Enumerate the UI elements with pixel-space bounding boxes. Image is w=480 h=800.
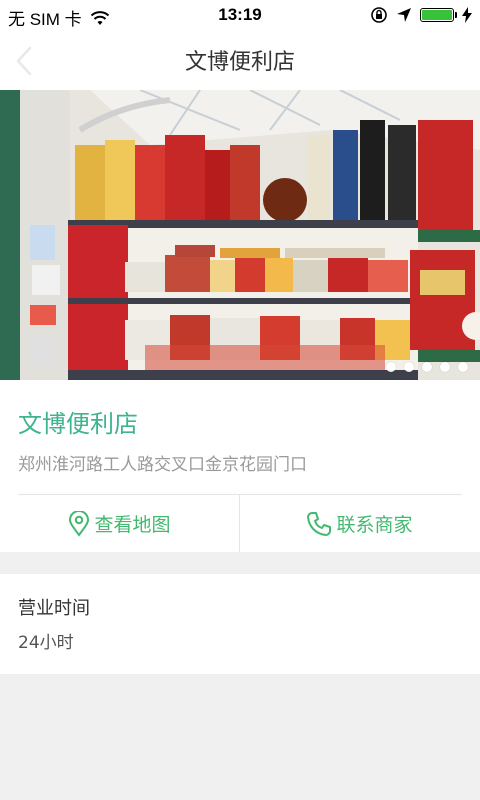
store-name: 文博便利店	[18, 410, 138, 438]
store-info-card: 文博便利店 郑州淮河路工人路交叉口金京花园门口 查看地图 联系商家	[0, 380, 480, 552]
business-hours-card: 营业时间 24小时	[0, 574, 480, 674]
store-photo	[0, 90, 480, 380]
phone-icon	[307, 511, 332, 536]
status-right	[370, 6, 472, 24]
view-map-button[interactable]: 查看地图	[0, 495, 239, 552]
carousel-dot[interactable]	[458, 362, 468, 372]
store-photo-carousel[interactable]	[0, 90, 480, 380]
status-bar: 无 SIM 卡 13:19	[0, 0, 480, 30]
carousel-dot[interactable]	[386, 362, 396, 372]
nav-bar: 文博便利店	[0, 30, 480, 90]
carousel-dots[interactable]	[386, 362, 468, 372]
carousel-dot[interactable]	[440, 362, 450, 372]
battery-icon	[420, 8, 457, 22]
carousel-dot[interactable]	[422, 362, 432, 372]
battery-level	[422, 10, 452, 20]
carousel-dot[interactable]	[404, 362, 414, 372]
store-address: 郑州淮河路工人路交叉口金京花园门口	[18, 455, 307, 475]
location-arrow-icon	[397, 8, 411, 22]
page-title: 文博便利店	[184, 50, 295, 75]
contact-merchant-label: 联系商家	[336, 514, 413, 536]
map-pin-icon	[69, 510, 90, 537]
charging-bolt-icon	[462, 7, 472, 23]
view-map-label: 查看地图	[94, 514, 171, 536]
contact-merchant-button[interactable]: 联系商家	[240, 495, 479, 552]
orientation-lock-icon	[371, 7, 387, 23]
business-hours-value: 24小时	[18, 633, 74, 653]
business-hours-label: 营业时间	[18, 598, 90, 619]
